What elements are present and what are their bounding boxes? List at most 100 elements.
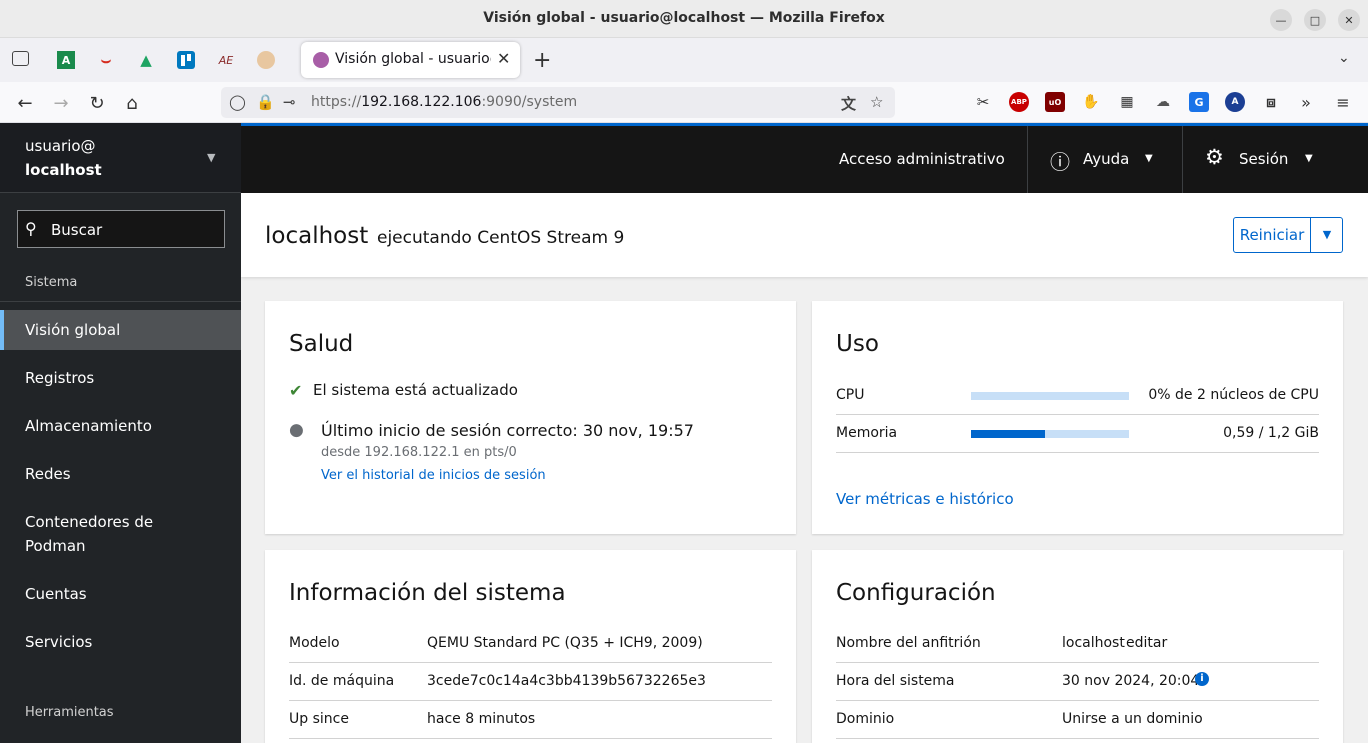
fence-icon[interactable]: ▦	[1117, 92, 1137, 112]
page-title: localhost	[265, 223, 369, 249]
cpu-label: CPU	[836, 387, 865, 403]
help-icon: ⓘ	[1050, 150, 1070, 174]
adblock-plus-icon[interactable]: ABP	[1009, 92, 1029, 112]
metrics-link[interactable]: Ver métricas e histórico	[836, 490, 1014, 508]
cpu-row: CPU 0% de 2 núcleos de CPU	[836, 377, 1319, 415]
ae-icon[interactable]: AE	[217, 51, 235, 69]
reload-icon[interactable]: ↻	[85, 91, 109, 115]
sidebar-item-networking[interactable]: Redes	[0, 462, 241, 486]
machine-id-label: Id. de máquina	[289, 673, 395, 689]
bookmark-star-icon[interactable]: ☆	[870, 93, 883, 111]
hand-icon[interactable]: ✋	[1081, 92, 1101, 112]
table-row: Nombre del anfitrión localhost editar	[836, 625, 1319, 663]
avatar-icon[interactable]	[257, 51, 275, 69]
updated-status: El sistema está actualizado	[313, 381, 518, 399]
url-text[interactable]: https://192.168.122.106:9090/system	[311, 94, 577, 110]
overflow-chevron-icon[interactable]: »	[1296, 92, 1316, 112]
ublock-origin-icon[interactable]: uO	[1045, 92, 1065, 112]
system-info-card: Información del sistema Modelo QEMU Stan…	[265, 550, 796, 743]
back-icon[interactable]: ←	[13, 91, 37, 115]
caret-down-icon[interactable]: ▼	[1305, 153, 1313, 164]
sidebar-item-logs[interactable]: Registros	[0, 366, 241, 390]
tab-label: Visión global - usuario@localhost	[335, 51, 491, 67]
search-icon: ⚲	[25, 219, 37, 238]
up-since-value: hace 8 minutos	[427, 711, 536, 727]
caret-down-icon[interactable]: ▼	[1145, 153, 1153, 164]
key-icon[interactable]: ⊸	[283, 93, 296, 111]
a-green-icon[interactable]: A	[57, 51, 75, 69]
sidebar-item-services[interactable]: Servicios	[0, 630, 241, 654]
red-arcs-icon[interactable]: ⌣	[97, 50, 115, 69]
new-tab-icon[interactable]: +	[533, 48, 551, 73]
divider	[1182, 126, 1183, 193]
caret-down-icon[interactable]: ▼	[207, 151, 215, 164]
cpu-progress-bar	[971, 392, 1129, 400]
close-window-icon[interactable]: ✕	[1338, 9, 1360, 31]
sidebar-item-overview[interactable]: Visión global	[0, 310, 241, 350]
table-row: Hora del sistema 30 nov 2024, 20:04 i	[836, 663, 1319, 701]
close-tab-icon[interactable]: ✕	[497, 49, 510, 68]
cloud-icon[interactable]: ☁	[1153, 92, 1173, 112]
model-value: QEMU Standard PC (Q35 + ICH9, 2009)	[427, 635, 703, 651]
edit-hostname-link[interactable]: editar	[1126, 635, 1167, 651]
home-icon[interactable]: ⌂	[120, 91, 144, 115]
memory-value: 0,59 / 1,2 GiB	[1223, 425, 1319, 441]
session-button[interactable]: Sesión	[1239, 150, 1288, 168]
maximize-icon[interactable]: □	[1304, 9, 1326, 31]
memory-row: Memoria 0,59 / 1,2 GiB	[836, 415, 1319, 453]
restart-split-button: Reiniciar ▼	[1233, 217, 1343, 253]
main-content: localhost ejecutando CentOS Stream 9 Rei…	[241, 193, 1368, 743]
check-icon: ✔	[289, 381, 303, 400]
login-history-link[interactable]: Ver el historial de inicios de sesión	[321, 468, 546, 483]
sidebar-item-accounts[interactable]: Cuentas	[0, 582, 241, 606]
active-tab[interactable]: Visión global - usuario@localhost ✕	[301, 42, 520, 78]
system-time-label: Hora del sistema	[836, 673, 955, 689]
forward-icon[interactable]: →	[49, 91, 73, 115]
memory-progress-bar	[971, 430, 1129, 438]
model-label: Modelo	[289, 635, 340, 651]
nav-toolbar: ← → ↻ ⌂ ◯ 🔒 ⊸ https://192.168.122.106:90…	[0, 82, 1368, 123]
join-domain-link[interactable]: Unirse a un dominio	[1062, 711, 1203, 727]
search-input[interactable]: ⚲ Buscar	[17, 210, 225, 248]
admin-access-button[interactable]: Acceso administrativo	[839, 150, 1005, 168]
help-button[interactable]: Ayuda	[1083, 150, 1129, 168]
translate-page-icon[interactable]: 文	[841, 93, 856, 114]
domain-label: Dominio	[836, 711, 895, 727]
user-icon: ●	[289, 420, 304, 440]
tab-overview-icon[interactable]	[12, 51, 29, 66]
lock-icon[interactable]: 🔒	[256, 93, 275, 111]
translate-icon[interactable]: G	[1189, 92, 1209, 112]
sidebar: usuario@ localhost ▼ ⚲ Buscar Sistema Vi…	[0, 123, 241, 743]
up-since-label: Up since	[289, 711, 349, 727]
google-drive-icon[interactable]: ▲	[137, 51, 155, 69]
restart-button[interactable]: Reiniciar	[1234, 218, 1311, 252]
host-switcher[interactable]: usuario@ localhost ▼	[0, 123, 241, 193]
configuration-card: Configuración Nombre del anfitrión local…	[812, 550, 1343, 743]
page-header: localhost ejecutando CentOS Stream 9 Rei…	[241, 193, 1368, 277]
section-system: Sistema	[25, 275, 78, 290]
minimize-icon[interactable]: —	[1270, 9, 1292, 31]
host-name: localhost	[25, 161, 102, 179]
table-row: Dominio Unirse a un dominio	[836, 701, 1319, 739]
chevron-down-icon[interactable]: ⌄	[1338, 50, 1350, 66]
menu-icon[interactable]: ≡	[1333, 92, 1353, 112]
screenshot-icon[interactable]: ✂	[973, 92, 993, 112]
os-subtitle: ejecutando CentOS Stream 9	[377, 228, 625, 248]
table-row: Modelo QEMU Standard PC (Q35 + ICH9, 200…	[289, 625, 772, 663]
sidebar-item-storage[interactable]: Almacenamiento	[0, 414, 241, 438]
last-login: Último inicio de sesión correcto: 30 nov…	[321, 421, 694, 440]
system-time-link[interactable]: 30 nov 2024, 20:04	[1062, 673, 1199, 689]
puzzle-icon[interactable]: ⧈	[1261, 92, 1281, 112]
trello-icon[interactable]	[177, 51, 195, 69]
info-icon[interactable]: i	[1195, 672, 1209, 686]
url-bar[interactable]: ◯ 🔒 ⊸ https://192.168.122.106:9090/syste…	[221, 87, 895, 118]
configuration-title: Configuración	[836, 580, 996, 606]
shield-icon[interactable]: ◯	[229, 93, 246, 111]
caret-down-icon[interactable]: ▼	[1312, 218, 1342, 252]
sidebar-item-podman[interactable]: Contenedores de Podman	[0, 510, 190, 558]
search-placeholder: Buscar	[51, 221, 103, 239]
hostname-label: Nombre del anfitrión	[836, 635, 981, 651]
host-user: usuario@	[25, 137, 96, 155]
circle-badge-icon[interactable]: A	[1225, 92, 1245, 112]
hostname-value: localhost	[1062, 635, 1125, 651]
